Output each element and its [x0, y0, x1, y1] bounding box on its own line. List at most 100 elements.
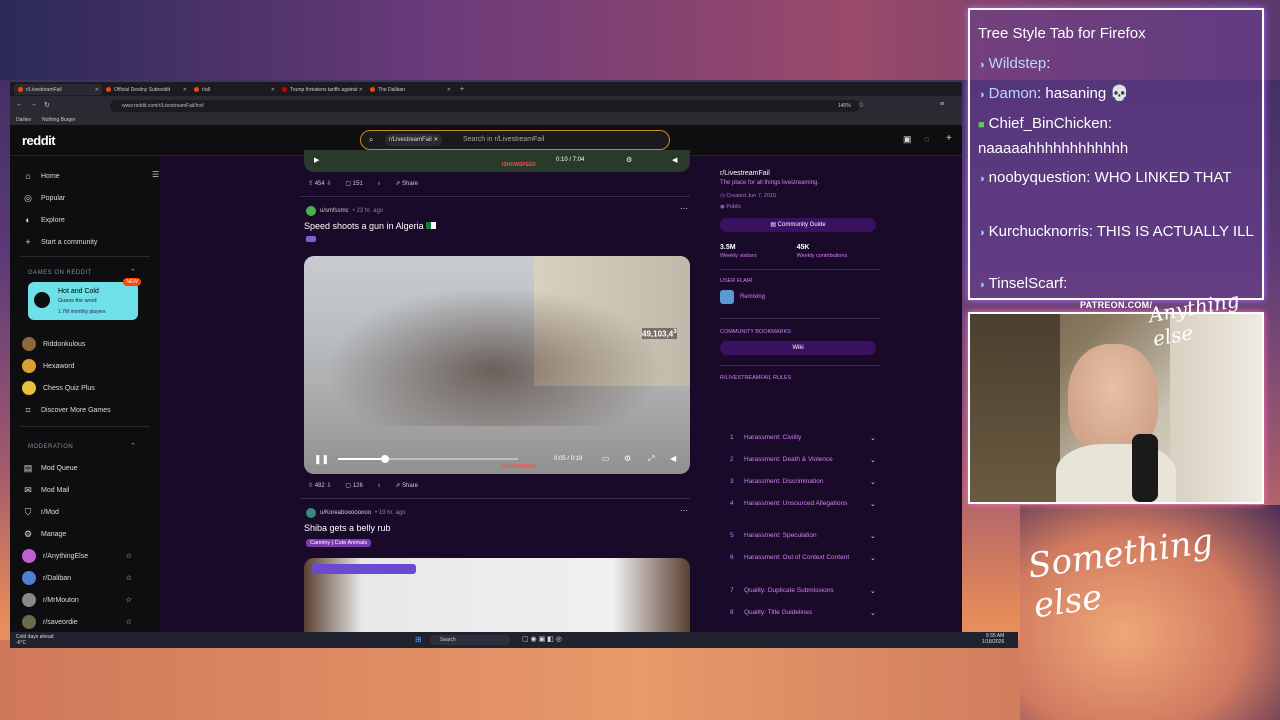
close-icon[interactable]: ✕: [183, 87, 187, 93]
rule-item[interactable]: 1 Harassment: Civility ⌄: [730, 434, 880, 442]
wiki-button[interactable]: Wiki: [720, 341, 876, 355]
close-icon[interactable]: ✕: [95, 87, 99, 93]
community-guide-button[interactable]: ▤ Community Guide: [720, 218, 876, 232]
user-avatar[interactable]: [306, 206, 316, 216]
vote-control[interactable]: ⇧ 482 ⇩: [308, 482, 331, 489]
bookmark-star-icon[interactable]: ☆: [858, 101, 864, 109]
share-button[interactable]: ⇗ Share: [395, 180, 418, 187]
reddit-logo[interactable]: reddit: [22, 133, 56, 148]
captions-icon[interactable]: ▭: [602, 454, 610, 463]
sidebar-item-rmod[interactable]: ⛉ r/Mod: [22, 504, 59, 520]
more-options-icon[interactable]: ⋯: [680, 204, 688, 213]
tab-destiny[interactable]: Official Destiny Subreddit ✕: [102, 84, 190, 95]
new-tab-button[interactable]: +: [456, 84, 466, 95]
rule-item[interactable]: 7 Quality: Duplicate Submissions ⌄: [730, 587, 880, 595]
taskbar-clock[interactable]: 9:35 AM 1/18/2026: [982, 633, 1004, 645]
seek-bar[interactable]: [338, 455, 518, 463]
settings-icon[interactable]: ⚙: [624, 454, 631, 463]
star-icon[interactable]: ☆: [126, 552, 132, 560]
award-icon[interactable]: ♁: [377, 181, 382, 187]
volume-icon[interactable]: ◀: [670, 454, 676, 463]
rule-item[interactable]: 2 Harassment: Death & Violence ⌄: [730, 456, 880, 464]
comments-button[interactable]: ▢ 126: [345, 482, 362, 489]
video-player[interactable]: 49,103,43 ❚❚ 0:05 / 0:19 ISHOWSPEED ▭ ⚙ …: [304, 256, 690, 474]
video-player[interactable]: ▶ 0:10 / 7:04 ISHOWSPEED ⚙ ◀: [304, 150, 690, 172]
vote-control[interactable]: ⇧ 454 ⇩: [308, 180, 331, 187]
sidebar-game-hexaword[interactable]: Hexaword: [22, 358, 75, 374]
tab-daliban[interactable]: The Daliban ✕: [366, 84, 454, 95]
chevron-down-icon[interactable]: ⌄: [870, 532, 880, 540]
search-scope-chip[interactable]: r/LivestreamFail ✕: [385, 134, 443, 146]
post-title[interactable]: Shiba gets a belly rub: [304, 523, 391, 533]
comments-button[interactable]: ▢ 151: [345, 180, 362, 187]
rule-item[interactable]: 3 Harassment: Discrimination ⌄: [730, 478, 880, 486]
seek-handle[interactable]: [380, 455, 389, 463]
tab-livestreamfail[interactable]: r/LivestreamFail ✕: [14, 84, 102, 95]
sidebar-item-popular[interactable]: ◎ Popular: [22, 190, 65, 206]
taskbar-search[interactable]: Search: [430, 635, 510, 645]
ads-icon[interactable]: ▣: [903, 134, 912, 145]
weather-widget[interactable]: Cold days ahead -6°C: [16, 634, 54, 646]
sidebar-item-home[interactable]: ⌂ Home: [22, 168, 59, 184]
star-icon[interactable]: ☆: [126, 596, 132, 604]
user-flair[interactable]: Remixing: [720, 290, 880, 304]
chevron-up-icon[interactable]: ⌃: [130, 442, 136, 450]
chevron-down-icon[interactable]: ⌄: [870, 434, 880, 442]
featured-game-card[interactable]: Hot and Cold Guess the word 1.7M monthly…: [28, 278, 141, 320]
chevron-down-icon[interactable]: ⌄: [870, 609, 880, 617]
more-options-icon[interactable]: ⋯: [680, 506, 688, 515]
chat-icon[interactable]: ◌: [924, 134, 929, 144]
tab-all[interactable]: r/all ✕: [190, 84, 278, 95]
chevron-up-icon[interactable]: ⌃: [130, 268, 136, 276]
create-icon[interactable]: +: [946, 133, 952, 144]
bookmark-nothing-burger[interactable]: Nothing Burger: [42, 117, 76, 123]
volume-icon[interactable]: ◀: [672, 156, 677, 164]
close-icon[interactable]: ✕: [447, 87, 451, 93]
tab-trump[interactable]: Trump threatens tariffs against ✕: [278, 84, 366, 95]
sidebar-community-saveordie[interactable]: r/saveordie ☆: [22, 614, 132, 630]
sidebar-item-start-community[interactable]: + Start a community: [22, 234, 97, 250]
post-author[interactable]: u/Koreaboooooooo: [320, 510, 371, 516]
rule-item[interactable]: 5 Harassment: Speculation ⌄: [730, 532, 880, 540]
sidebar-community-mrmouton[interactable]: r/MrMouton ☆: [22, 592, 132, 608]
back-icon[interactable]: ←: [16, 101, 23, 108]
fullscreen-icon[interactable]: ⤢: [648, 454, 654, 464]
reload-icon[interactable]: ↻: [44, 101, 50, 109]
search-input[interactable]: ⌕ r/LivestreamFail ✕ Search in r/Livestr…: [360, 130, 670, 150]
star-icon[interactable]: ☆: [126, 574, 132, 582]
post-title[interactable]: Speed shoots a gun in Algeria: [304, 221, 437, 231]
community-name[interactable]: r/LivestreamFail: [720, 170, 880, 177]
post-flair[interactable]: Canniny | Cute Animals: [306, 539, 372, 547]
rule-item[interactable]: 4 Harassment: Unsourced Allegations ⌄: [730, 500, 880, 508]
sidebar-community-daliban[interactable]: r/Daliban ☆: [22, 570, 132, 586]
sidebar-item-manage[interactable]: ⚙ Manage: [22, 526, 66, 542]
sidebar-discover-games[interactable]: ⌗ Discover More Games: [22, 402, 110, 418]
sidebar-community-anythingelse[interactable]: r/AnythingElse ☆: [22, 548, 132, 564]
bookmark-dailies[interactable]: Dailies: [16, 117, 31, 123]
sidebar-item-mod-queue[interactable]: ▤ Mod Queue: [22, 460, 78, 476]
chevron-down-icon[interactable]: ⌄: [870, 587, 880, 595]
forward-icon[interactable]: →: [30, 101, 37, 108]
post-author[interactable]: u/smfssmc: [320, 208, 349, 214]
close-icon[interactable]: ✕: [359, 87, 363, 93]
chevron-down-icon[interactable]: ⌄: [870, 456, 880, 464]
collapse-sidebar-icon[interactable]: ☰: [152, 170, 159, 179]
chevron-down-icon[interactable]: ⌄: [870, 478, 880, 486]
windows-start-icon[interactable]: ⊞: [415, 635, 422, 644]
play-icon[interactable]: ▶: [314, 156, 319, 164]
flair-tag[interactable]: [306, 236, 316, 242]
sidebar-game-riddonkulous[interactable]: Riddonkulous: [22, 336, 85, 352]
chevron-down-icon[interactable]: ⌄: [870, 500, 880, 508]
user-avatar[interactable]: [306, 508, 316, 518]
share-button[interactable]: ⇗ Share: [395, 482, 418, 489]
url-field[interactable]: www.reddit.com/r/LivestreamFail/hot/: [110, 100, 860, 112]
rule-item[interactable]: 8 Quality: Title Guidelines ⌄: [730, 609, 880, 617]
taskbar-apps-icon[interactable]: ▢ ◉ ▣ ◧ ◎: [522, 635, 562, 643]
video-player[interactable]: [304, 558, 690, 638]
rule-item[interactable]: 6 Harassment: Out of Context Content ⌄: [730, 554, 880, 562]
sidebar-item-mod-mail[interactable]: ✉ Mod Mail: [22, 482, 69, 498]
award-icon[interactable]: ♁: [377, 483, 382, 489]
sidebar-game-chess-quiz[interactable]: Chess Quiz Plus: [22, 380, 95, 396]
close-icon[interactable]: ✕: [271, 87, 275, 93]
menu-icon[interactable]: ≡: [940, 101, 944, 108]
